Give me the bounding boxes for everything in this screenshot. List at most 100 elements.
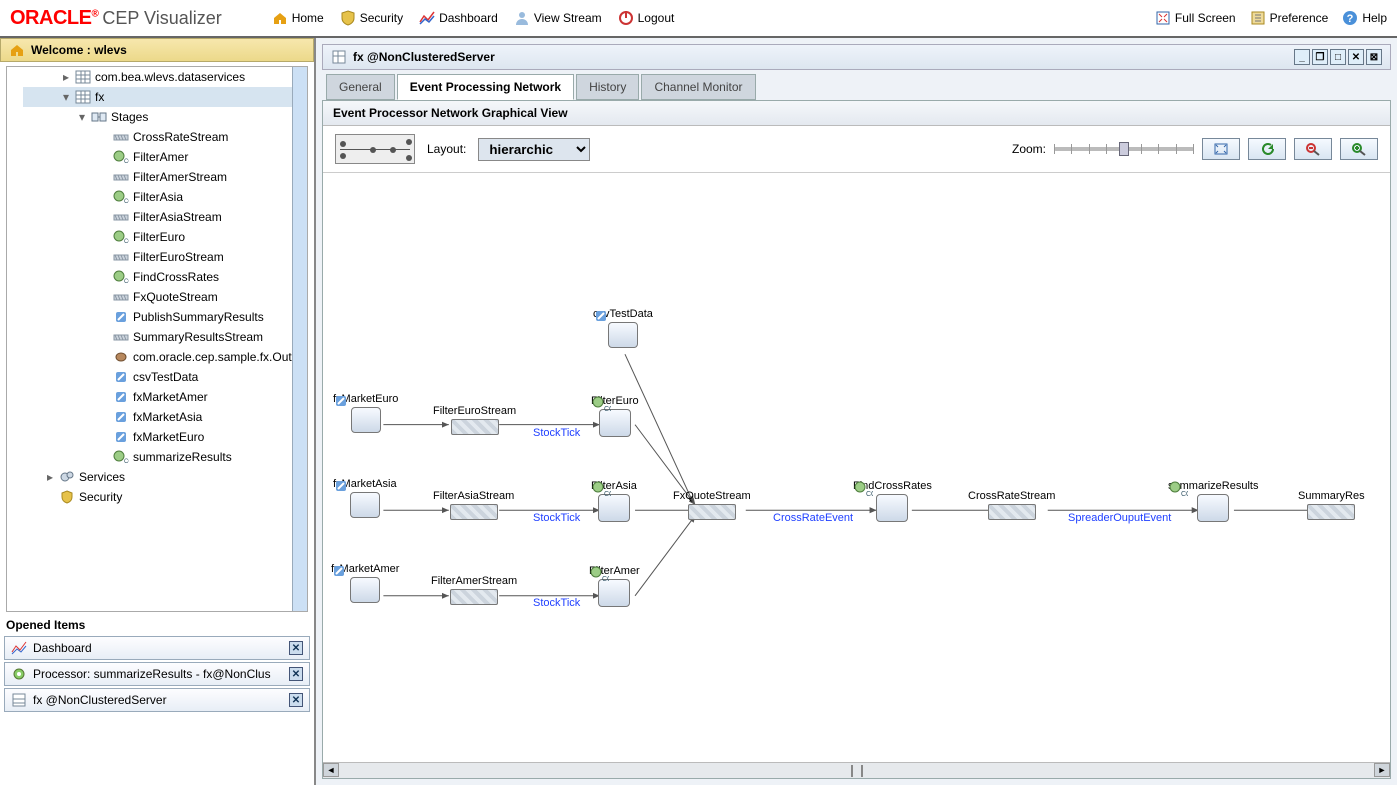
node-FxQuoteStream[interactable]: FxQuoteStream: [673, 490, 751, 520]
stage-icon: CQL: [113, 190, 129, 204]
tree-stage-item[interactable]: FxQuoteStream: [99, 287, 307, 307]
svg-text:?: ?: [1347, 13, 1354, 25]
close-icon[interactable]: ✕: [289, 693, 303, 707]
tree-stage-item[interactable]: FilterAmerStream: [99, 167, 307, 187]
tab-history[interactable]: History: [576, 74, 639, 100]
tab-channel-monitor[interactable]: Channel Monitor: [641, 74, 755, 100]
tree-stage-item[interactable]: CQLFilterAsia: [99, 187, 307, 207]
shield-icon: [340, 10, 356, 26]
tree-item-stages[interactable]: ▾Stages: [23, 107, 307, 127]
stage-icon: [113, 250, 129, 264]
node-summarizeResults[interactable]: summarizeResultsCQL: [1168, 480, 1258, 522]
node-FindCrossRates[interactable]: FindCrossRatesCQL: [853, 480, 932, 522]
nav-viewstream[interactable]: View Stream: [514, 10, 602, 26]
layout-select[interactable]: hierarchic: [478, 138, 590, 161]
nav-home[interactable]: Home: [272, 10, 324, 26]
home-icon: [9, 42, 25, 58]
tree-stage-item[interactable]: com.oracle.cep.sample.fx.Out: [99, 347, 307, 367]
tree-stage-item[interactable]: fxMarketEuro: [99, 427, 307, 447]
tree-item-dataservices[interactable]: ▸com.bea.wlevs.dataservices: [23, 67, 307, 87]
window-maximize-button[interactable]: □: [1330, 49, 1346, 65]
gears-icon: [59, 470, 75, 484]
top-nav: Home Security Dashboard View Stream Logo…: [272, 10, 675, 26]
tree-stage-item[interactable]: FilterAsiaStream: [99, 207, 307, 227]
tree-item-security[interactable]: Security: [23, 487, 307, 507]
window-closeall-button[interactable]: ⊠: [1366, 49, 1382, 65]
node-FilterAsiaStream[interactable]: FilterAsiaStream: [433, 490, 514, 520]
action-help[interactable]: ?Help: [1342, 10, 1387, 26]
zoom-label: Zoom:: [1012, 142, 1046, 156]
node-FilterEuro[interactable]: FilterEuroCQL: [591, 395, 639, 437]
scroll-right-button[interactable]: ►: [1374, 763, 1390, 777]
graph-canvas[interactable]: csvTestData fxMarketEuro fxMarketAsia fx…: [323, 173, 1390, 762]
node-fxMarketEuro[interactable]: fxMarketEuro: [333, 393, 398, 433]
tree-stage-item[interactable]: csvTestData: [99, 367, 307, 387]
tab-epn[interactable]: Event Processing Network: [397, 74, 574, 100]
nav-dashboard[interactable]: Dashboard: [419, 10, 498, 26]
scroll-grip-icon[interactable]: [851, 765, 863, 777]
scroll-left-button[interactable]: ◄: [323, 763, 339, 777]
navigation-tree[interactable]: ▸com.bea.wlevs.dataservices ▾fx ▾Stages …: [6, 66, 308, 612]
window-minimize-button[interactable]: _: [1294, 49, 1310, 65]
zoom-slider[interactable]: [1054, 147, 1194, 151]
zoom-fit-button[interactable]: [1202, 138, 1240, 160]
edge-label: CrossRateEvent: [773, 512, 853, 524]
preferences-icon: [1250, 10, 1266, 26]
tree-stage-item[interactable]: CrossRateStream: [99, 127, 307, 147]
opened-item[interactable]: Processor: summarizeResults - fx@NonClus…: [4, 662, 310, 686]
close-icon[interactable]: ✕: [289, 667, 303, 681]
tree-stage-item[interactable]: FilterEuroStream: [99, 247, 307, 267]
tree-item-fx[interactable]: ▾fx: [23, 87, 307, 107]
edge-label: StockTick: [533, 597, 580, 609]
slider-thumb[interactable]: [1119, 142, 1129, 156]
product-name: CEP Visualizer: [102, 8, 221, 29]
tree-stage-item[interactable]: CQLFilterEuro: [99, 227, 307, 247]
window-restore-button[interactable]: ❐: [1312, 49, 1328, 65]
zoom-in-button[interactable]: [1340, 138, 1378, 160]
close-icon[interactable]: ✕: [289, 641, 303, 655]
svg-text:CQL: CQL: [604, 406, 611, 413]
stage-icon: [113, 330, 129, 344]
tab-general[interactable]: General: [326, 74, 395, 100]
opened-item[interactable]: fx @NonClusteredServer✕: [4, 688, 310, 712]
node-FilterEuroStream[interactable]: FilterEuroStream: [433, 405, 516, 435]
action-fullscreen[interactable]: Full Screen: [1155, 10, 1236, 26]
nav-logout[interactable]: Logout: [618, 10, 675, 26]
epn-panel: Event Processor Network Graphical View L…: [322, 100, 1391, 779]
left-pane: Welcome : wlevs ▸com.bea.wlevs.dataservi…: [0, 38, 316, 785]
node-fxMarketAmer[interactable]: fxMarketAmer: [331, 563, 399, 603]
oracle-logo: ORACLE®: [10, 7, 98, 30]
svg-text:CQL: CQL: [602, 576, 609, 583]
opened-item[interactable]: Dashboard✕: [4, 636, 310, 660]
top-bar: ORACLE® CEP Visualizer Home Security Das…: [0, 0, 1397, 38]
node-FilterAmerStream[interactable]: FilterAmerStream: [431, 575, 517, 605]
tree-stage-item[interactable]: CQLsummarizeResults: [99, 447, 307, 467]
tree-stage-item[interactable]: CQLFilterAmer: [99, 147, 307, 167]
layout-preview-icon: [335, 134, 415, 164]
node-FilterAmer[interactable]: FilterAmerCQL: [589, 565, 640, 607]
tree-item-services[interactable]: ▸Services: [23, 467, 307, 487]
grid-icon: [11, 692, 27, 708]
node-SummaryRes[interactable]: SummaryRes: [1298, 490, 1365, 520]
node-CrossRateStream[interactable]: CrossRateStream: [968, 490, 1055, 520]
help-icon: ?: [1342, 10, 1358, 26]
zoom-reset-button[interactable]: [1248, 138, 1286, 160]
window-close-button[interactable]: ✕: [1348, 49, 1364, 65]
svg-text:CQL: CQL: [604, 491, 611, 498]
node-fxMarketAsia[interactable]: fxMarketAsia: [333, 478, 397, 518]
node-FilterAsia[interactable]: FilterAsiaCQL: [591, 480, 637, 522]
tree-stage-item[interactable]: SummaryResultsStream: [99, 327, 307, 347]
tree-stage-item[interactable]: fxMarketAmer: [99, 387, 307, 407]
gear-icon: [11, 666, 27, 682]
epn-toolbar: Layout: hierarchic Zoom:: [323, 126, 1390, 173]
zoom-out-button[interactable]: [1294, 138, 1332, 160]
action-preference[interactable]: Preference: [1250, 10, 1329, 26]
right-pane: fx @NonClusteredServer _ ❐ □ ✕ ⊠ General…: [316, 38, 1397, 785]
nav-security[interactable]: Security: [340, 10, 403, 26]
node-csvTestData[interactable]: csvTestData: [593, 308, 653, 348]
tree-stage-item[interactable]: CQLFindCrossRates: [99, 267, 307, 287]
horizontal-scrollbar[interactable]: ◄ ►: [323, 762, 1390, 778]
top-actions: Full Screen Preference ?Help: [1155, 10, 1387, 26]
tree-stage-item[interactable]: PublishSummaryResults: [99, 307, 307, 327]
tree-stage-item[interactable]: fxMarketAsia: [99, 407, 307, 427]
